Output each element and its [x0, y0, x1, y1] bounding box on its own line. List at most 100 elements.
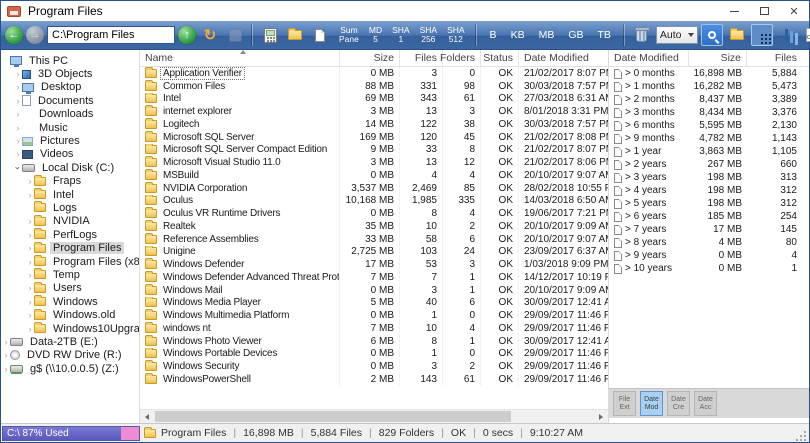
stop-button[interactable]: [224, 24, 246, 46]
search-button[interactable]: [701, 24, 723, 46]
tree-item-this-pc[interactable]: This PC: [1, 54, 139, 67]
chevron-collapsed-icon[interactable]: ›: [26, 283, 34, 293]
table-row[interactable]: Logitech14 MB12238OK30/03/2018 7:57 PM: [140, 118, 608, 131]
panel-row[interactable]: > 6 months5,595 MB2,130: [609, 119, 809, 132]
unit-gb-button[interactable]: GB: [561, 25, 590, 45]
scroll-right-button[interactable]: [594, 410, 608, 423]
panel-column-header-size[interactable]: Size: [689, 50, 747, 66]
panel-row[interactable]: > 5 years198 MB312: [609, 197, 809, 210]
chevron-collapsed-icon[interactable]: ›: [26, 324, 34, 334]
panel-row[interactable]: > 8 years4 MB80: [609, 236, 809, 249]
tree-item-temp[interactable]: ›Temp: [1, 268, 139, 281]
table-row[interactable]: Windows Media Player5 MB406OK30/09/2017 …: [140, 297, 608, 310]
table-row[interactable]: Application Verifier0 MB30OK21/02/2017 8…: [140, 67, 608, 80]
table-row[interactable]: Oculus VR Runtime Drivers0 MB84OK19/06/2…: [140, 207, 608, 220]
panel-row[interactable]: > 10 years0 MB1: [609, 262, 809, 275]
tab-date-acc[interactable]: DateAcc: [694, 391, 717, 416]
tree-item-program-files[interactable]: ›Program Files: [1, 241, 139, 254]
table-row[interactable]: NVIDIA Corporation3,537 MB2,46985OK28/02…: [140, 182, 608, 195]
recycle-bin-button[interactable]: [631, 24, 653, 46]
tree-item-desktop[interactable]: ›Desktop: [1, 81, 139, 94]
table-row[interactable]: Windows Photo Viewer6 MB81OK30/09/2017 1…: [140, 335, 608, 348]
scrollbar-thumb[interactable]: [155, 411, 511, 422]
column-header-name[interactable]: Name: [140, 50, 340, 66]
table-row[interactable]: Microsoft SQL Server Compact Edition9 MB…: [140, 144, 608, 157]
new-folder-button[interactable]: [284, 24, 306, 46]
chevron-collapsed-icon[interactable]: ›: [26, 190, 34, 200]
chevron-collapsed-icon[interactable]: ›: [14, 96, 22, 106]
table-row[interactable]: Microsoft SQL Server169 MB12045OK21/02/2…: [140, 131, 608, 144]
chevron-collapsed-icon[interactable]: ›: [14, 82, 22, 92]
chevron-collapsed-icon[interactable]: ›: [26, 216, 34, 226]
tree-item-windows-old[interactable]: ›Windows.old: [1, 308, 139, 321]
tree-item-3d-objects[interactable]: ›3D Objects: [1, 67, 139, 80]
details-view-button[interactable]: [751, 24, 773, 46]
table-row[interactable]: MSBuild0 MB44OK20/10/2017 9:07 AM: [140, 169, 608, 182]
panel-row[interactable]: > 3 years198 MB313: [609, 171, 809, 184]
refresh-button[interactable]: ↻: [199, 24, 221, 46]
table-row[interactable]: Windows Multimedia Platform0 MB10OK29/09…: [140, 309, 608, 322]
tree-item-documents[interactable]: ›Documents: [1, 94, 139, 107]
column-header-files[interactable]: Files: [400, 50, 443, 66]
column-header-date-modified[interactable]: Date Modified: [519, 50, 608, 66]
tab-date-cre[interactable]: DateCre: [667, 391, 690, 416]
sha256-button[interactable]: SHA256: [415, 24, 442, 46]
chevron-collapsed-icon[interactable]: ›: [14, 109, 22, 119]
column-header-size[interactable]: Size: [340, 50, 400, 66]
calculate-sizes-button[interactable]: [259, 24, 281, 46]
panel-row[interactable]: > 1 months16,282 MB5,473: [609, 80, 809, 93]
tree-item-windows10upgrade[interactable]: ›Windows10Upgrade: [1, 322, 139, 335]
chevron-collapsed-icon[interactable]: ›: [26, 270, 34, 280]
chevron-expanded-icon[interactable]: ›: [13, 164, 23, 172]
tree-item-local-disk-c[interactable]: ›Local Disk (C:): [1, 161, 139, 174]
tree-item-nvidia[interactable]: ›NVIDIA: [1, 215, 139, 228]
panel-column-header-date-modified[interactable]: Date Modified: [609, 50, 689, 66]
chevron-collapsed-icon[interactable]: ›: [26, 176, 34, 186]
panel-column-header-files[interactable]: Files: [747, 50, 809, 66]
table-row[interactable]: Unigine2,725 MB10324OK23/09/2017 6:37 AM: [140, 246, 608, 259]
table-row[interactable]: Windows Security0 MB32OK29/09/2017 11:46…: [140, 360, 608, 373]
export-csv-button[interactable]: CSV: [801, 24, 810, 46]
open-folder-button[interactable]: [726, 24, 748, 46]
up-button[interactable]: ↑: [178, 26, 196, 44]
tree-item-fraps[interactable]: ›Fraps: [1, 175, 139, 188]
unit-mb-button[interactable]: MB: [532, 25, 562, 45]
table-row[interactable]: internet explorer3 MB133OK8/01/2018 3:31…: [140, 105, 608, 118]
new-file-button[interactable]: [309, 24, 331, 46]
scroll-left-button[interactable]: [140, 410, 154, 423]
table-row[interactable]: WindowsPowerShell2 MB14361OK29/09/2017 1…: [140, 373, 608, 386]
panel-row[interactable]: > 0 months16,898 MB5,884: [609, 67, 809, 80]
chevron-collapsed-icon[interactable]: ›: [2, 337, 10, 347]
horizontal-scrollbar[interactable]: [140, 409, 608, 423]
unit-kb-button[interactable]: KB: [504, 25, 532, 45]
tree-item-downloads[interactable]: ›Downloads: [1, 108, 139, 121]
tree-item-data-2tb-e[interactable]: ›Data-2TB (E:): [1, 335, 139, 348]
minimize-button[interactable]: [719, 1, 749, 21]
tree-item-pictures[interactable]: ›Pictures: [1, 134, 139, 147]
chevron-collapsed-icon[interactable]: ›: [14, 136, 22, 146]
panel-row[interactable]: > 4 years198 MB312: [609, 184, 809, 197]
maximize-button[interactable]: [749, 1, 779, 21]
chart-view-button[interactable]: [776, 24, 798, 46]
table-row[interactable]: Common Files88 MB33198OK30/03/2018 7:57 …: [140, 80, 608, 93]
panel-row[interactable]: > 2 years267 MB660: [609, 158, 809, 171]
chevron-collapsed-icon[interactable]: ›: [26, 243, 34, 253]
close-button[interactable]: ✕: [779, 1, 809, 21]
unit-tb-button[interactable]: TB: [591, 25, 618, 45]
chevron-collapsed-icon[interactable]: ›: [14, 123, 22, 133]
table-row[interactable]: Windows Defender17 MB533OK1/03/2018 9:09…: [140, 258, 608, 271]
table-row[interactable]: Realtek35 MB102OK20/10/2017 9:09 AM: [140, 220, 608, 233]
sha1-button[interactable]: SHA1: [387, 24, 414, 46]
unit-b-button[interactable]: B: [483, 25, 504, 45]
tree-item-perflogs[interactable]: ›PerfLogs: [1, 228, 139, 241]
size-unit-select[interactable]: Auto: [656, 26, 698, 44]
table-row[interactable]: Oculus10,168 MB1,985335OK14/03/2018 6:50…: [140, 195, 608, 208]
panel-row[interactable]: > 9 months4,782 MB1,143: [609, 132, 809, 145]
tree-item-users[interactable]: ›Users: [1, 282, 139, 295]
panel-row[interactable]: > 2 months8,437 MB3,389: [609, 93, 809, 106]
tree-item-music[interactable]: ›Music: [1, 121, 139, 134]
back-button[interactable]: ←: [5, 26, 23, 44]
sum-pane-button[interactable]: SumPane: [334, 24, 364, 46]
table-row[interactable]: Intel69 MB34361OK27/03/2018 6:31 AM: [140, 93, 608, 106]
tab-file-ext[interactable]: FileExt: [613, 391, 636, 416]
